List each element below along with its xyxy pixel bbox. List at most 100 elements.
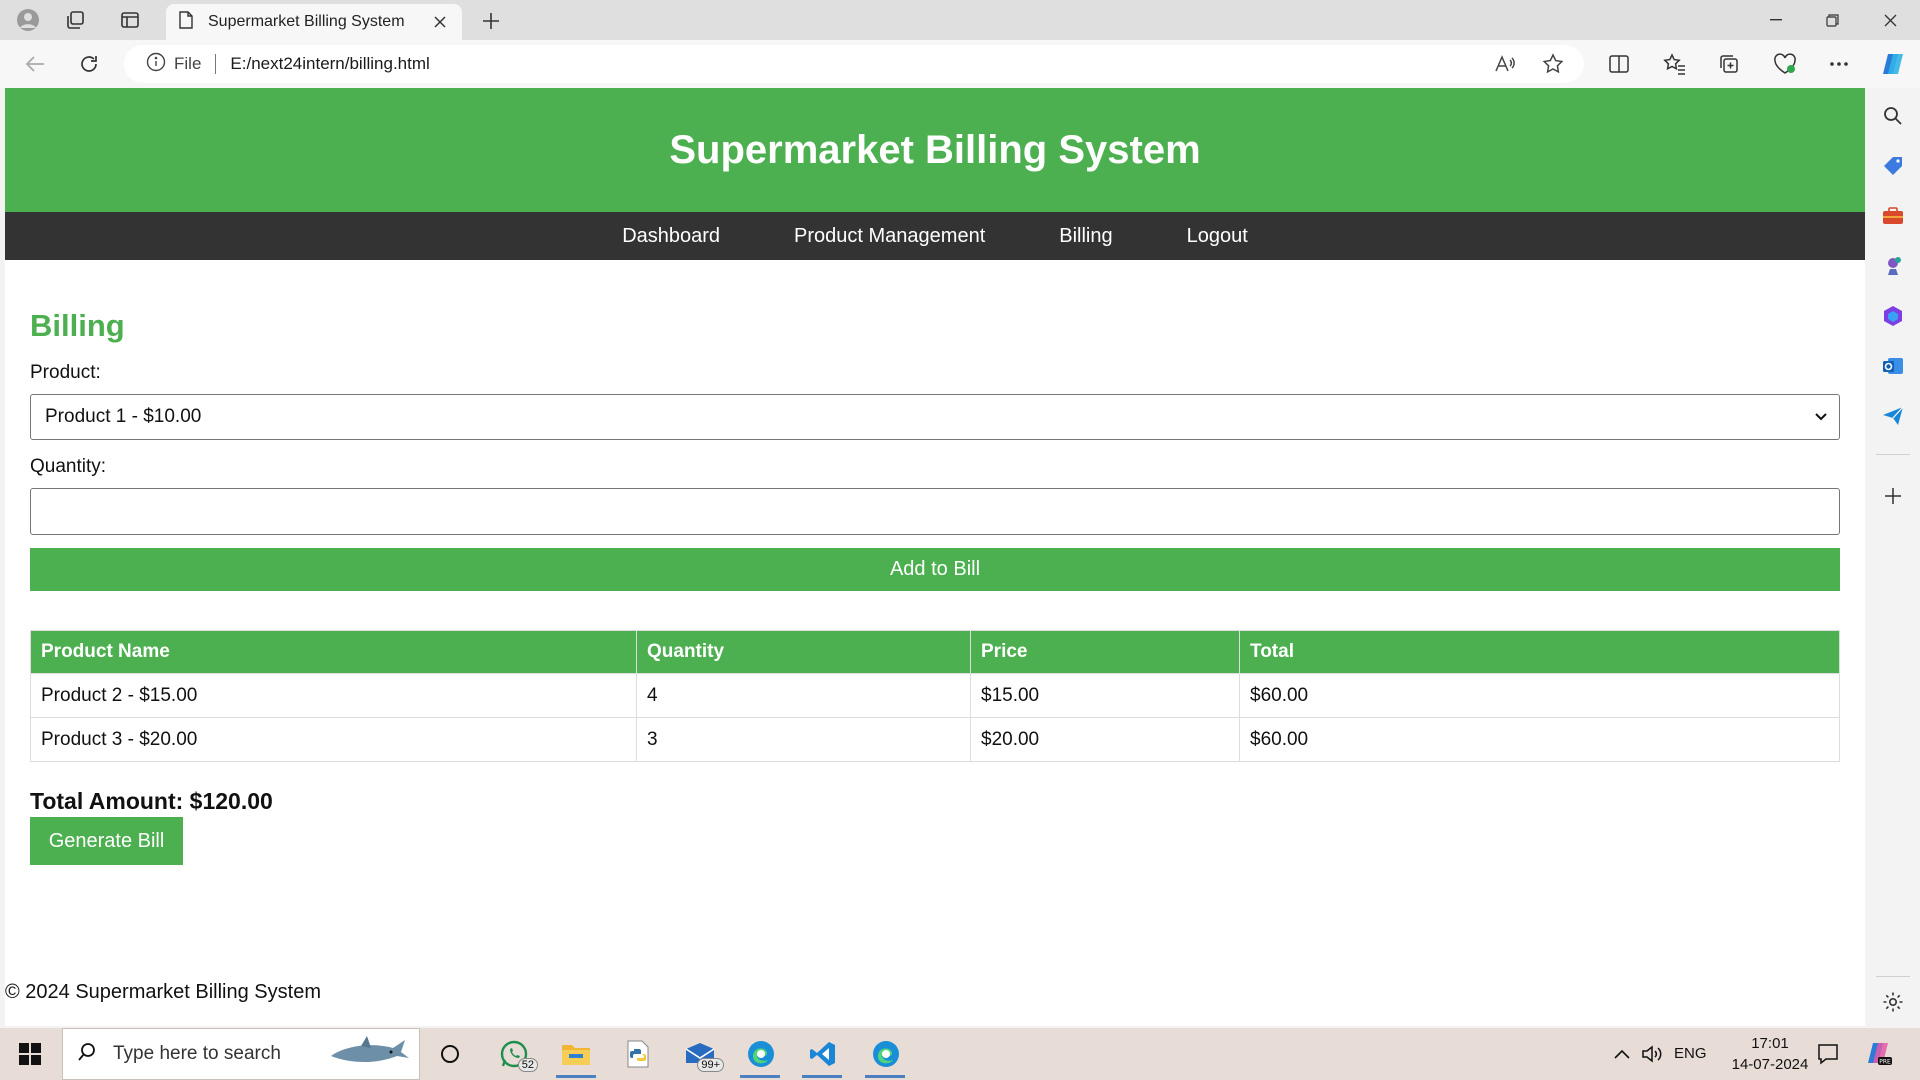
url-text[interactable]: E:/next24intern/billing.html (230, 54, 429, 74)
search-icon (77, 1042, 97, 1067)
svg-text:PRE: PRE (1879, 1059, 1891, 1066)
address-toolbar: File E:/next24intern/billing.html (0, 40, 1920, 88)
search-highlight-shark-icon (327, 1032, 411, 1077)
language-indicator[interactable]: ENG (1674, 1045, 1707, 1062)
minimize-icon[interactable] (1756, 6, 1796, 34)
main-nav: Dashboard Product Management Billing Log… (5, 212, 1865, 260)
browser-essentials-icon[interactable] (1772, 51, 1798, 77)
column-header: Product Name (30, 630, 637, 674)
bill-table: Product Name Quantity Price Total Produc… (30, 630, 1840, 762)
sidebar-settings-gear-icon[interactable] (1881, 990, 1905, 1014)
show-hidden-icons-icon[interactable] (1606, 1038, 1638, 1070)
mail-badge: 99+ (697, 1058, 724, 1072)
vscode-icon[interactable] (807, 1038, 839, 1070)
page-viewport: Supermarket Billing System Dashboard Pro… (5, 88, 1865, 1026)
edge-browser-icon[interactable] (745, 1038, 777, 1070)
explorer-running-indicator (556, 1075, 596, 1078)
generate-bill-button[interactable]: Generate Bill (30, 817, 183, 865)
table-row: Product 2 - $15.00 4 $15.00 $60.00 (30, 673, 1840, 718)
windows-start-icon[interactable] (14, 1038, 46, 1070)
product-select-value: Product 1 - $10.00 (45, 406, 202, 427)
mail-icon[interactable]: 99+ (684, 1038, 724, 1072)
whatsapp-icon[interactable]: 52 (498, 1038, 538, 1072)
clock-time[interactable]: 17:01 (1740, 1035, 1800, 1052)
profile-icon[interactable] (16, 8, 40, 32)
taskbar-search[interactable]: Type here to search (62, 1028, 420, 1080)
cell-total: $60.00 (1239, 673, 1840, 718)
new-tab-icon[interactable] (478, 8, 504, 34)
favorites-icon[interactable] (1662, 51, 1688, 77)
cell-total: $60.00 (1239, 717, 1840, 762)
copilot-icon[interactable] (1880, 51, 1906, 77)
add-sidebar-app-icon[interactable] (1881, 484, 1905, 508)
nav-link-logout[interactable]: Logout (1187, 225, 1248, 248)
workspaces-icon[interactable] (64, 8, 88, 32)
close-window-icon[interactable] (1870, 6, 1910, 34)
drop-send-icon[interactable] (1881, 404, 1905, 428)
quantity-label: Quantity: (30, 456, 107, 477)
collections-icon[interactable] (1716, 51, 1742, 77)
column-header: Quantity (636, 630, 971, 674)
vertical-tabs-icon[interactable] (118, 8, 142, 32)
outlook-icon[interactable] (1881, 354, 1905, 378)
edge-sidebar (1866, 88, 1920, 1028)
edge-active-running-indicator (865, 1075, 905, 1078)
games-icon[interactable] (1881, 254, 1905, 278)
active-tab[interactable]: Supermarket Billing System (166, 4, 462, 40)
section-title: Billing (30, 308, 125, 343)
sidebar-divider-bottom (1876, 976, 1910, 977)
whatsapp-badge: 52 (517, 1058, 538, 1072)
tools-briefcase-icon[interactable] (1881, 204, 1905, 228)
file-explorer-icon[interactable] (560, 1038, 592, 1070)
column-header: Total (1239, 630, 1840, 674)
info-icon[interactable] (146, 52, 166, 77)
cell-quantity: 4 (636, 673, 971, 718)
favorite-star-icon[interactable] (1540, 51, 1566, 77)
table-row: Product 3 - $20.00 3 $20.00 $60.00 (30, 717, 1840, 762)
cell-price: $15.00 (970, 673, 1240, 718)
back-icon[interactable] (22, 51, 48, 77)
search-placeholder: Type here to search (113, 1043, 281, 1064)
restore-icon[interactable] (1812, 6, 1852, 34)
site-title: Supermarket Billing System (669, 127, 1201, 172)
edge-active-window-icon[interactable] (870, 1038, 902, 1070)
table-header-row: Product Name Quantity Price Total (30, 630, 1840, 674)
column-header: Price (970, 630, 1240, 674)
clock-date[interactable]: 14-07-2024 (1718, 1056, 1822, 1073)
close-tab-icon[interactable] (430, 12, 450, 32)
cell-product-name: Product 3 - $20.00 (30, 717, 637, 762)
product-select[interactable]: Product 1 - $10.00 (30, 394, 1840, 440)
edge-running-indicator (740, 1075, 780, 1078)
nav-link-product-management[interactable]: Product Management (794, 225, 985, 248)
notifications-icon[interactable] (1812, 1038, 1844, 1070)
shopping-tag-icon[interactable] (1881, 154, 1905, 178)
product-label: Product: (30, 362, 101, 383)
nav-link-dashboard[interactable]: Dashboard (622, 225, 720, 248)
refresh-icon[interactable] (76, 51, 102, 77)
windows-taskbar: Type here to search 52 99+ ENG 17:01 14-… (0, 1028, 1920, 1080)
split-screen-icon[interactable] (1606, 51, 1632, 77)
url-bar[interactable]: File E:/next24intern/billing.html (124, 45, 1584, 83)
chevron-down-icon (1813, 408, 1829, 430)
task-view-icon[interactable] (434, 1038, 466, 1070)
nav-link-billing[interactable]: Billing (1059, 225, 1112, 248)
browser-tab-bar: Supermarket Billing System (0, 0, 1920, 40)
copilot-preview-icon[interactable]: PRE (1862, 1038, 1894, 1070)
site-header: Supermarket Billing System (5, 88, 1865, 212)
quantity-input[interactable] (30, 488, 1840, 535)
url-divider (215, 54, 217, 74)
tab-title: Supermarket Billing System (208, 13, 405, 30)
microsoft-365-icon[interactable] (1881, 304, 1905, 328)
page-icon (178, 10, 194, 34)
page-footer: © 2024 Supermarket Billing System (5, 981, 321, 1003)
volume-icon[interactable] (1636, 1038, 1668, 1070)
sidebar-divider (1876, 454, 1910, 455)
url-scheme-label: File (174, 54, 202, 73)
more-options-icon[interactable] (1826, 51, 1852, 77)
cell-quantity: 3 (636, 717, 971, 762)
read-aloud-icon[interactable] (1492, 51, 1518, 77)
search-icon[interactable] (1881, 104, 1905, 128)
add-to-bill-button[interactable]: Add to Bill (30, 548, 1840, 591)
total-amount: Total Amount: $120.00 (30, 788, 273, 814)
python-file-icon[interactable] (622, 1038, 654, 1070)
